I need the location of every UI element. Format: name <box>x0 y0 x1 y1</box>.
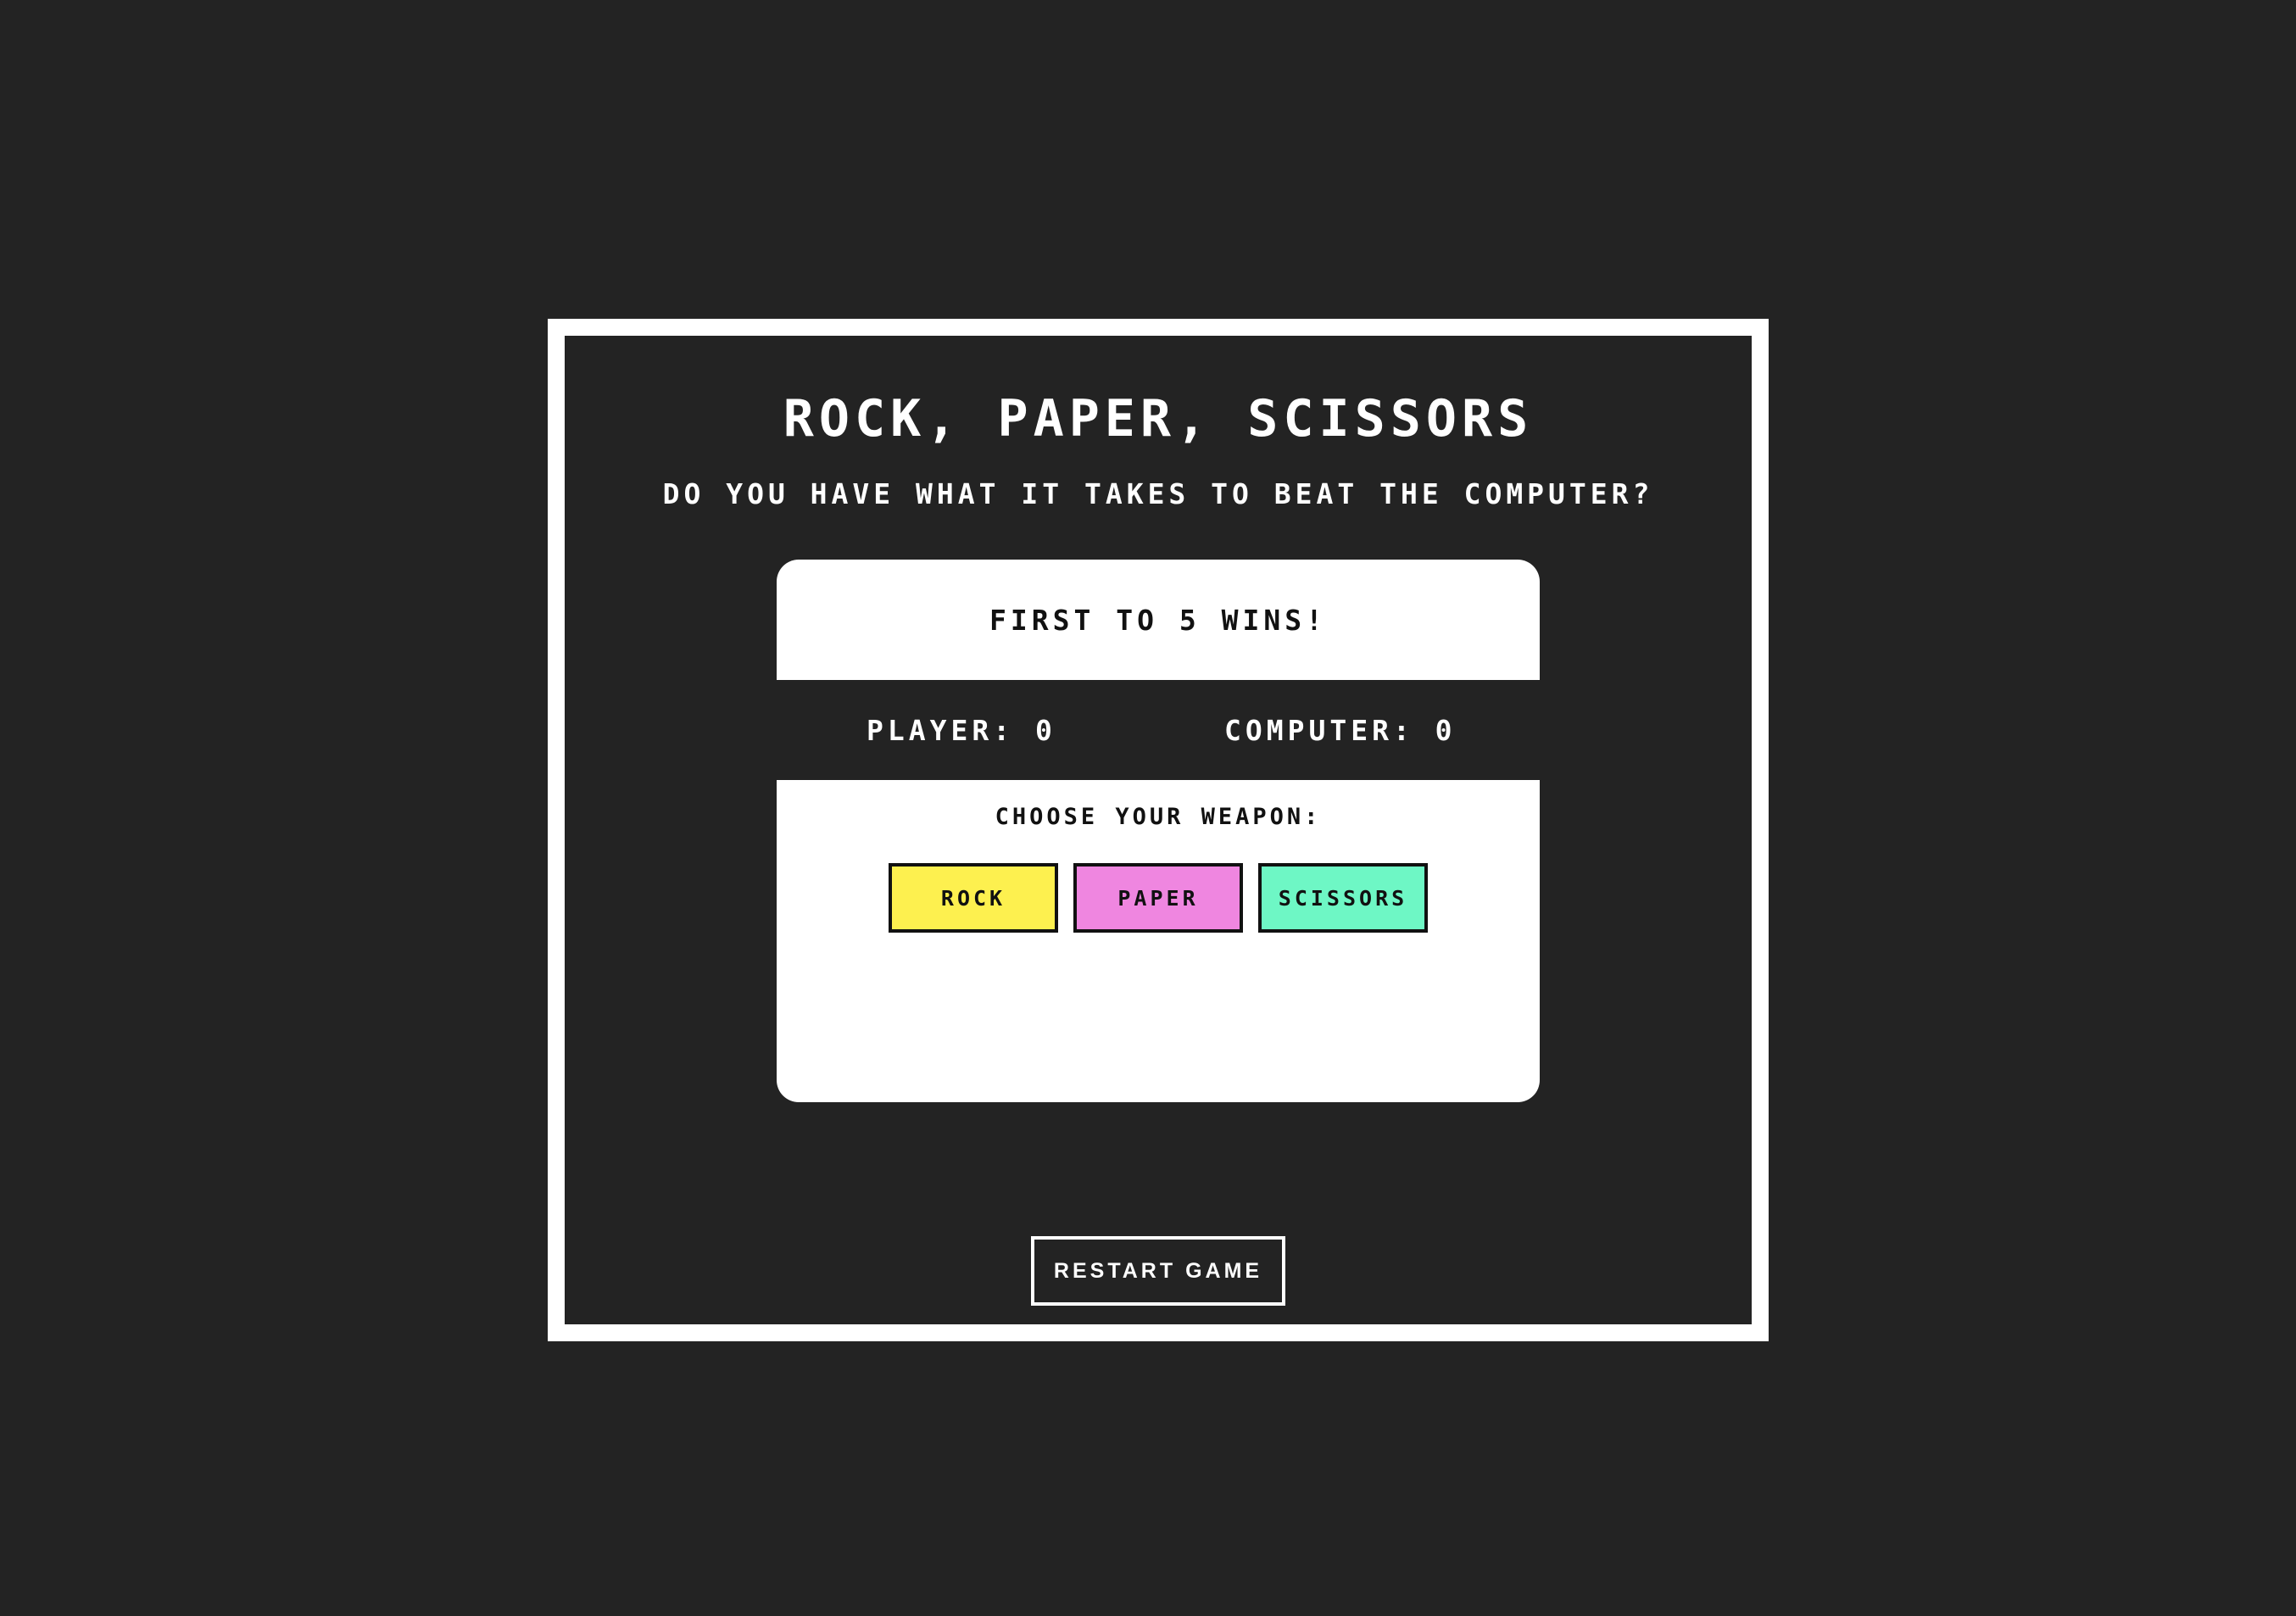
goal-text: FIRST TO 5 WINS! <box>989 603 1327 637</box>
page-subtitle: DO YOU HAVE WHAT IT TAKES TO BEAT THE CO… <box>662 477 1654 510</box>
rock-button[interactable]: ROCK <box>889 863 1058 933</box>
scissors-button[interactable]: SCISSORS <box>1258 863 1428 933</box>
computer-score: COMPUTER: 0 <box>1224 713 1457 747</box>
player-score: PLAYER: 0 <box>867 713 1056 747</box>
weapon-buttons: ROCK PAPER SCISSORS <box>777 863 1540 933</box>
game-frame: ROCK, PAPER, SCISSORS DO YOU HAVE WHAT I… <box>548 319 1769 1341</box>
choose-weapon-label: CHOOSE YOUR WEAPON: <box>995 804 1322 830</box>
restart-game-button[interactable]: RESTART GAME <box>1031 1236 1285 1306</box>
scoreboard: PLAYER: 0 COMPUTER: 0 <box>777 680 1540 780</box>
game-panel: FIRST TO 5 WINS! PLAYER: 0 COMPUTER: 0 C… <box>777 560 1540 1102</box>
paper-button[interactable]: PAPER <box>1073 863 1243 933</box>
goal-banner: FIRST TO 5 WINS! <box>777 560 1540 680</box>
page-title: ROCK, PAPER, SCISSORS <box>783 389 1534 449</box>
weapon-panel: CHOOSE YOUR WEAPON: ROCK PAPER SCISSORS <box>777 780 1540 1102</box>
